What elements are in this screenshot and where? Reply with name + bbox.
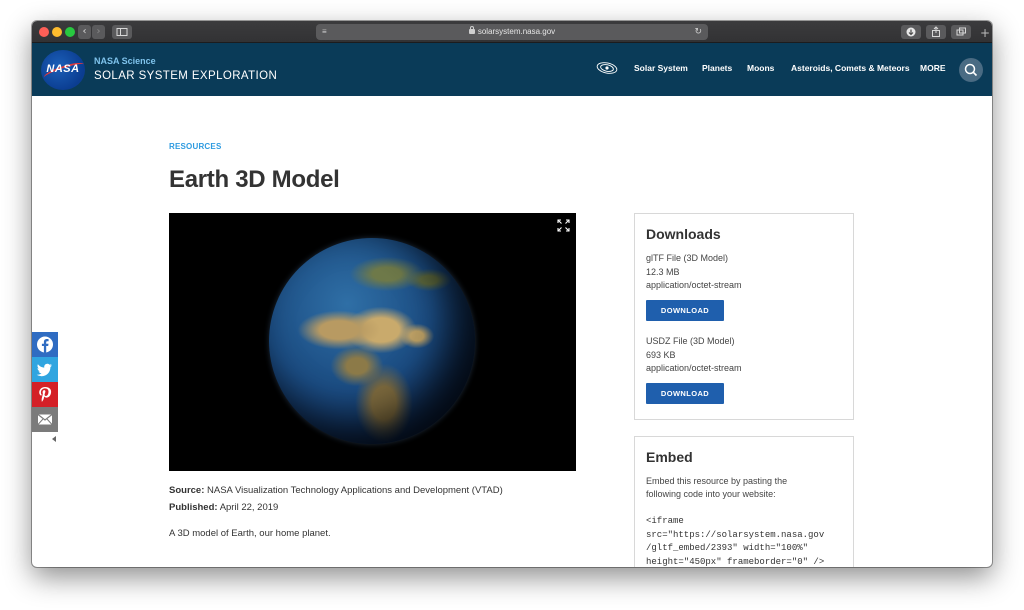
nav-solar-system[interactable]: Solar System (634, 63, 688, 73)
brand-subtitle[interactable]: NASA Science (94, 56, 156, 66)
nav-moons[interactable]: Moons (747, 63, 774, 73)
twitter-share-button[interactable] (32, 357, 58, 382)
url-text: solarsystem.nasa.gov (477, 27, 556, 36)
forward-button[interactable]: › (92, 25, 105, 39)
minimize-window-button[interactable] (52, 27, 62, 37)
pinterest-icon (39, 387, 52, 402)
nav-asteroids-comets-meteors[interactable]: Asteroids, Comets & Meteors (791, 63, 910, 73)
fullscreen-icon[interactable] (557, 219, 570, 232)
published-line: Published: April 22, 2019 (169, 502, 278, 513)
file-name: glTF File (3D Model) (646, 253, 729, 263)
reader-icon[interactable]: ≡ (322, 24, 327, 40)
embed-title: Embed (646, 449, 693, 465)
embed-code[interactable]: <iframe src="https://solarsystem.nasa.go… (646, 515, 846, 567)
browser-toolbar: ‹ › ≡ solarsystem.nasa.gov ↻ + (32, 21, 992, 43)
collapse-share-bar-icon[interactable] (52, 436, 56, 442)
sidebar-icon[interactable] (112, 25, 132, 39)
source-value: NASA Visualization Technology Applicatio… (207, 485, 503, 496)
description: A 3D model of Earth, our home planet. (169, 528, 331, 539)
breadcrumb-resources[interactable]: RESOURCES (169, 142, 221, 151)
published-label: Published: (169, 502, 218, 513)
browser-window: ‹ › ≡ solarsystem.nasa.gov ↻ + NASA NASA… (32, 21, 992, 567)
search-icon (964, 63, 978, 77)
reload-icon[interactable]: ↻ (694, 24, 702, 40)
zoom-window-button[interactable] (65, 27, 75, 37)
email-icon (37, 414, 53, 425)
tabs-icon[interactable] (951, 25, 971, 39)
search-button[interactable] (959, 58, 983, 82)
downloads-card: Downloads glTF File (3D Model) 12.3 MB a… (634, 213, 854, 420)
facebook-icon (37, 336, 53, 353)
source-label: Source: (169, 485, 205, 496)
embed-intro: following code into your website: (646, 489, 776, 499)
model-viewer[interactable] (169, 213, 576, 471)
download-icon[interactable] (901, 25, 921, 39)
nav-planets[interactable]: Planets (702, 63, 732, 73)
page-title: Earth 3D Model (169, 166, 340, 193)
logo-text: NASA (46, 63, 80, 75)
source-line: Source: NASA Visualization Technology Ap… (169, 485, 503, 496)
embed-card: Embed Embed this resource by pasting the… (634, 436, 854, 567)
email-share-button[interactable] (32, 407, 58, 432)
nav-more[interactable]: MORE (920, 63, 946, 73)
solar-system-orbit-icon[interactable] (596, 61, 618, 75)
pinterest-share-button[interactable] (32, 382, 58, 407)
earth-model[interactable] (269, 238, 475, 444)
nasa-logo[interactable]: NASA (41, 50, 86, 90)
address-bar[interactable]: ≡ solarsystem.nasa.gov ↻ (316, 24, 708, 40)
downloads-title: Downloads (646, 226, 721, 242)
brand-title[interactable]: SOLAR SYSTEM EXPLORATION (94, 70, 277, 82)
file-size: 693 KB (646, 350, 676, 360)
download-usdz-button[interactable]: DOWNLOAD (646, 383, 724, 404)
new-tab-button[interactable]: + (978, 26, 992, 40)
file-size: 12.3 MB (646, 267, 680, 277)
file-type: application/octet-stream (646, 280, 742, 290)
facebook-share-button[interactable] (32, 332, 58, 357)
lock-icon (468, 26, 475, 34)
site-header: NASA NASA Science SOLAR SYSTEM EXPLORATI… (32, 43, 992, 96)
share-icon[interactable] (926, 25, 946, 39)
embed-intro: Embed this resource by pasting the (646, 476, 788, 486)
file-name: USDZ File (3D Model) (646, 336, 735, 346)
back-button[interactable]: ‹ (78, 25, 91, 39)
download-gltf-button[interactable]: DOWNLOAD (646, 300, 724, 321)
published-value: April 22, 2019 (219, 502, 279, 513)
file-type: application/octet-stream (646, 363, 742, 373)
twitter-icon (36, 363, 52, 377)
close-window-button[interactable] (39, 27, 49, 37)
